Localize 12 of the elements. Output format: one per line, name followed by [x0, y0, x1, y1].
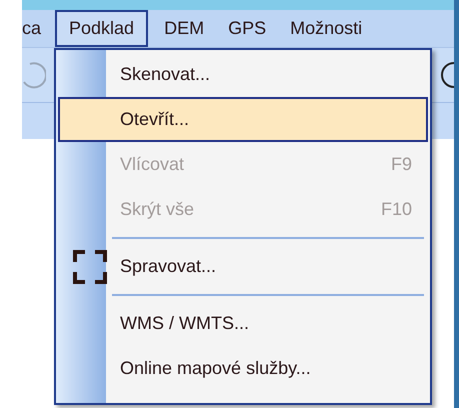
menu-item[interactable]: Skenovat... [58, 52, 428, 97]
redo-icon [22, 60, 46, 90]
menu-bar-item[interactable]: GPS [216, 10, 278, 47]
menu-item[interactable]: Online mapové služby... [58, 346, 428, 391]
menu-bar-item[interactable]: Podklad [55, 10, 148, 47]
menu-bar-item[interactable]: DEM [152, 10, 216, 47]
frame-icon [73, 250, 107, 284]
menu-item[interactable]: Otevřít... [58, 97, 428, 142]
menu-item[interactable]: Spravovat... [58, 244, 428, 289]
menu-bar-item[interactable]: ca [22, 10, 52, 47]
menu-item[interactable]: WMS / WMTS... [58, 301, 428, 346]
menu-bar-item[interactable]: Možnosti [278, 10, 374, 47]
